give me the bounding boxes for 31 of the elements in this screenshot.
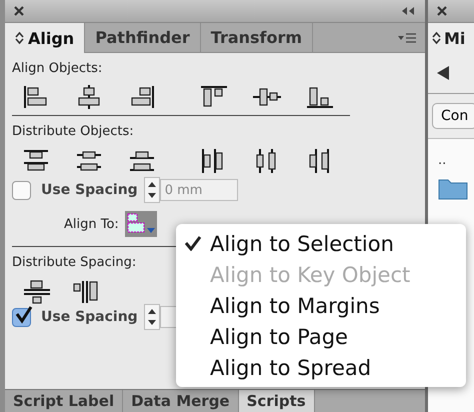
collapse-icon[interactable] [401, 6, 415, 16]
checkbox[interactable] [12, 180, 31, 200]
content-button[interactable]: Con [432, 103, 474, 129]
align-to-dropdown[interactable] [124, 211, 157, 237]
panel-tab[interactable]: Script Label [5, 390, 124, 412]
panel-tab[interactable]: Mi [428, 23, 474, 53]
stepper-icon[interactable] [144, 304, 160, 330]
section-label: Distribute Objects: [12, 124, 135, 141]
menu-item[interactable]: Align to Page [176, 321, 466, 352]
section-label: Distribute Spacing: [12, 255, 138, 272]
distribute-vertical-space-icon[interactable] [22, 278, 52, 305]
close-icon[interactable] [436, 5, 448, 17]
close-icon[interactable] [13, 5, 25, 17]
menu-item: Align to Key Object [209, 262, 412, 288]
stepper-icon[interactable] [144, 177, 160, 203]
menu-item[interactable]: Align to Margins [176, 290, 466, 321]
panel-menu-icon[interactable] [397, 32, 417, 44]
updown-icon [432, 31, 441, 45]
checkbox[interactable] [12, 308, 31, 326]
menu-item[interactable]: Align to Selection [176, 228, 466, 259]
align-to-label: Align To: [64, 216, 119, 232]
section-label: Align Objects: [12, 61, 104, 78]
menu-item[interactable]: Align to Spread [176, 352, 466, 383]
checkbox-label: Use Spacing [41, 309, 138, 325]
updown-icon [15, 31, 24, 45]
checkbox-label: Use Spacing [41, 182, 138, 198]
back-icon[interactable] [436, 65, 450, 81]
checkmark-icon [13, 304, 33, 324]
panel-tab[interactable]: Scripts [238, 390, 315, 412]
list-item[interactable]: .. [438, 153, 474, 168]
panel-tab[interactable]: Align [5, 23, 86, 53]
